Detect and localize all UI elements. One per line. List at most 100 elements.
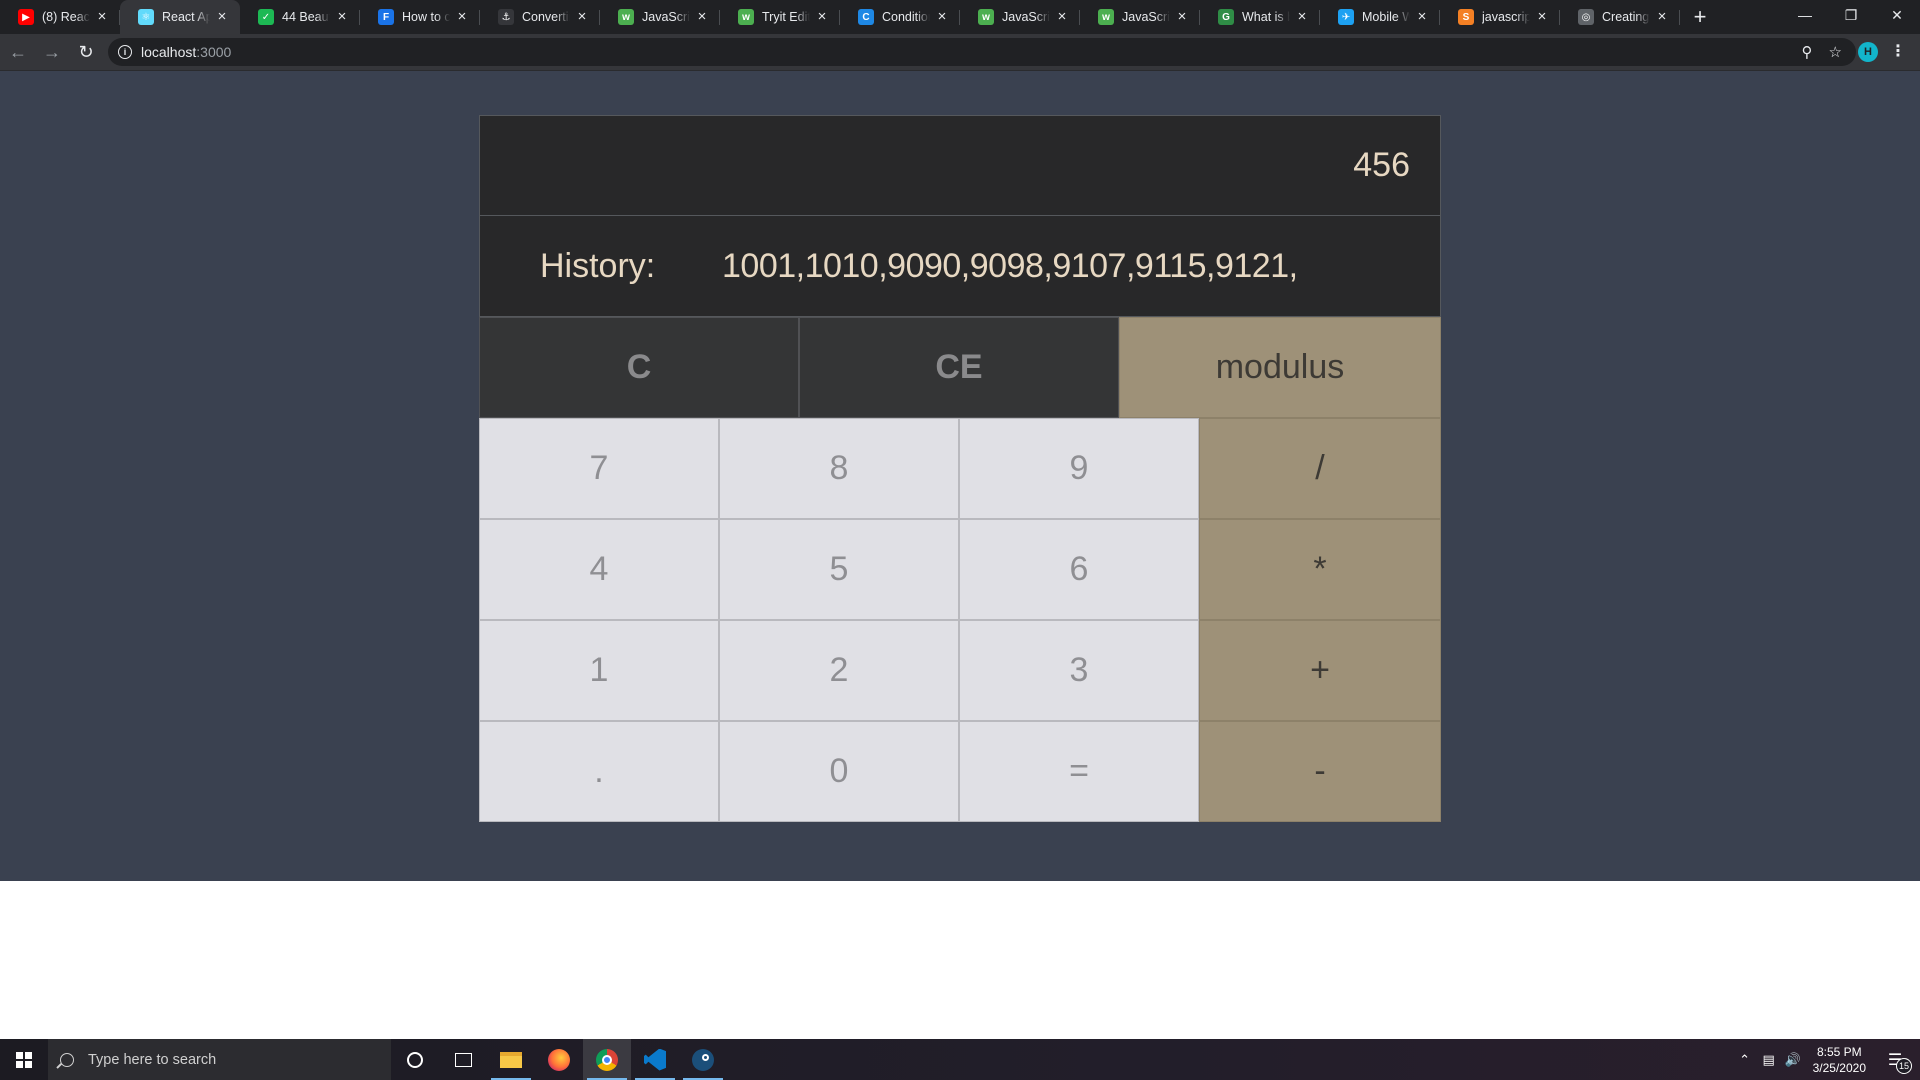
browser-tab[interactable]: w JavaScript × xyxy=(1080,0,1200,34)
close-tab-icon[interactable]: × xyxy=(1654,9,1670,25)
browser-tab[interactable]: F How to co × xyxy=(360,0,480,34)
close-tab-icon[interactable]: × xyxy=(1414,9,1430,25)
zoom-icon[interactable]: ⚲ xyxy=(1802,43,1813,61)
forward-button[interactable]: → xyxy=(36,36,68,68)
bookmark-star-icon[interactable]: ☆ xyxy=(1829,43,1842,61)
calculator: 456 History: 1001,1010,9090,9098,9107,91… xyxy=(479,115,1441,823)
key-1[interactable]: 1 xyxy=(479,620,719,721)
browser-tab[interactable]: G What is be × xyxy=(1200,0,1320,34)
add-button[interactable]: + xyxy=(1199,620,1441,721)
browser-tab[interactable]: ⚛ React App × xyxy=(120,0,240,34)
key-9[interactable]: 9 xyxy=(959,418,1199,519)
firefox-button[interactable] xyxy=(535,1039,583,1080)
browser-tab[interactable]: ◎ Creating L × xyxy=(1560,0,1680,34)
taskbar-search[interactable]: Type here to search xyxy=(48,1039,391,1080)
calculator-display: 456 xyxy=(479,115,1441,216)
close-tab-icon[interactable]: × xyxy=(1174,9,1190,25)
close-tab-icon[interactable]: × xyxy=(454,9,470,25)
youtube-icon: ▶ xyxy=(18,9,34,25)
address-bar[interactable]: i localhost:3000 ⚲ ☆ xyxy=(108,38,1856,66)
tab-title: 44 Beautiful xyxy=(282,10,330,24)
back-button[interactable]: ← xyxy=(2,36,34,68)
network-icon[interactable]: ▤ xyxy=(1757,1052,1781,1068)
tab-title: React App xyxy=(162,10,210,24)
browser-tab[interactable]: w JavaScript × xyxy=(600,0,720,34)
key-4[interactable]: 4 xyxy=(479,519,719,620)
page-viewport: 456 History: 1001,1010,9090,9098,9107,91… xyxy=(0,71,1920,881)
close-tab-icon[interactable]: × xyxy=(1294,9,1310,25)
key-5[interactable]: 5 xyxy=(719,519,959,620)
cortana-button[interactable] xyxy=(391,1039,439,1080)
close-window-button[interactable]: ✕ xyxy=(1874,0,1920,30)
browser-tab[interactable]: ✓ 44 Beautiful × xyxy=(240,0,360,34)
decimal-button[interactable]: . xyxy=(479,721,719,822)
key-0[interactable]: 0 xyxy=(719,721,959,822)
clock-date: 3/25/2020 xyxy=(1812,1060,1866,1075)
tab-title: Creating L xyxy=(1602,10,1650,24)
history-values: 1001,1010,9090,9098,9107,9115,9121, xyxy=(722,246,1298,285)
task-view-icon xyxy=(454,1052,472,1067)
action-center-button[interactable]: ☰ 15 xyxy=(1880,1048,1912,1074)
search-icon xyxy=(60,1052,74,1067)
subtract-button[interactable]: - xyxy=(1199,721,1441,822)
history-label: History: xyxy=(540,246,656,285)
clear-entry-button[interactable]: CE xyxy=(799,317,1119,418)
tab-title: How to co xyxy=(402,10,450,24)
minimize-button[interactable]: — xyxy=(1782,0,1828,30)
browser-tab[interactable]: ✈ Mobile Wi × xyxy=(1320,0,1440,34)
steam-button[interactable] xyxy=(679,1039,727,1080)
close-tab-icon[interactable]: × xyxy=(1054,9,1070,25)
clear-button[interactable]: C xyxy=(479,317,799,418)
form-icon: F xyxy=(378,9,394,25)
start-button[interactable] xyxy=(0,1039,48,1080)
clock[interactable]: 8:55 PM 3/25/2020 xyxy=(1813,1044,1866,1076)
browser-toolbar: ← → ↻ i localhost:3000 ⚲ ☆ H ⋮ xyxy=(0,34,1920,71)
tab-title: JavaScript xyxy=(1122,10,1170,24)
stackoverflow-icon: S xyxy=(1458,9,1474,25)
browser-tab[interactable]: C Conditional × xyxy=(840,0,960,34)
divide-button[interactable]: / xyxy=(1199,418,1441,519)
close-tab-icon[interactable]: × xyxy=(334,9,350,25)
modulus-button[interactable]: modulus xyxy=(1119,317,1441,418)
multiply-button[interactable]: * xyxy=(1199,519,1441,620)
info-icon[interactable]: i xyxy=(118,45,132,59)
tab-list: ▶(8) React.js×⚛React App×✓44 Beautiful×F… xyxy=(0,0,1680,34)
clock-time: 8:55 PM xyxy=(1816,1044,1862,1059)
close-tab-icon[interactable]: × xyxy=(694,9,710,25)
key-2[interactable]: 2 xyxy=(719,620,959,721)
w3schools-icon: w xyxy=(618,9,634,25)
chevron-up-icon[interactable]: ⌃ xyxy=(1733,1052,1757,1068)
close-tab-icon[interactable]: × xyxy=(214,9,230,25)
key-8[interactable]: 8 xyxy=(719,418,959,519)
key-3[interactable]: 3 xyxy=(959,620,1199,721)
close-tab-icon[interactable]: × xyxy=(94,9,110,25)
chrome-button[interactable] xyxy=(583,1039,631,1080)
close-tab-icon[interactable]: × xyxy=(934,9,950,25)
tab-title: JavaScript xyxy=(642,10,690,24)
keypad-row: 1 2 3 + xyxy=(479,620,1441,721)
browser-tab[interactable]: w Tryit Editor × xyxy=(720,0,840,34)
browser-tab[interactable]: ⚓ Converting × xyxy=(480,0,600,34)
close-tab-icon[interactable]: × xyxy=(1534,9,1550,25)
new-tab-button[interactable]: + xyxy=(1686,0,1714,34)
volume-icon[interactable]: 🔊 xyxy=(1781,1052,1805,1068)
anchor-icon: ⚓ xyxy=(498,9,514,25)
close-tab-icon[interactable]: × xyxy=(574,9,590,25)
tab-title: JavaScript xyxy=(1002,10,1050,24)
key-7[interactable]: 7 xyxy=(479,418,719,519)
vscode-button[interactable] xyxy=(631,1039,679,1080)
profile-avatar[interactable]: H xyxy=(1858,42,1878,62)
reload-button[interactable]: ↻ xyxy=(70,36,102,68)
more-menu-icon[interactable]: ⋮ xyxy=(1890,40,1906,64)
browser-tab[interactable]: Sjavascript × xyxy=(1440,0,1560,34)
history-panel: History: 1001,1010,9090,9098,9107,9115,9… xyxy=(479,216,1441,317)
equals-button[interactable]: = xyxy=(959,721,1199,822)
task-view-button[interactable] xyxy=(439,1039,487,1080)
file-explorer-button[interactable] xyxy=(487,1039,535,1080)
browser-tab[interactable]: w JavaScript × xyxy=(960,0,1080,34)
key-6[interactable]: 6 xyxy=(959,519,1199,620)
restore-button[interactable]: ❐ xyxy=(1828,0,1874,30)
close-tab-icon[interactable]: × xyxy=(814,9,830,25)
page-below-fold xyxy=(0,881,1920,1039)
browser-tab[interactable]: ▶ (8) React.js × xyxy=(0,0,120,34)
